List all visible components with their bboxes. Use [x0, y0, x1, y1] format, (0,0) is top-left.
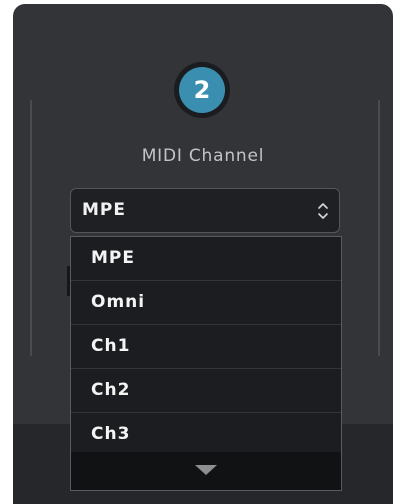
caret-down-icon — [195, 465, 217, 475]
midi-option-omni[interactable]: Omni — [71, 281, 341, 325]
midi-option-ch3[interactable]: Ch3 — [71, 413, 341, 457]
panel-divider-left — [30, 100, 32, 356]
midi-channel-selected-value: MPE — [82, 200, 126, 220]
panel-divider-right — [378, 100, 380, 356]
step-number: 2 — [179, 67, 225, 113]
midi-channel-dropdown: MPE Omni Ch1 Ch2 Ch3 — [70, 236, 342, 491]
midi-option-mpe[interactable]: MPE — [71, 237, 341, 281]
midi-option-ch1[interactable]: Ch1 — [71, 325, 341, 369]
up-down-chevron-icon — [318, 203, 328, 219]
midi-channel-select[interactable]: MPE — [70, 188, 340, 233]
midi-option-ch2[interactable]: Ch2 — [71, 369, 341, 413]
midi-settings-panel: 2 MIDI Channel MPE MPE Omni Ch1 Ch2 Ch3 — [13, 4, 393, 504]
dropdown-scroll-down[interactable] — [71, 452, 341, 490]
step-badge: 2 — [174, 62, 230, 118]
midi-channel-label: MIDI Channel — [141, 146, 265, 166]
